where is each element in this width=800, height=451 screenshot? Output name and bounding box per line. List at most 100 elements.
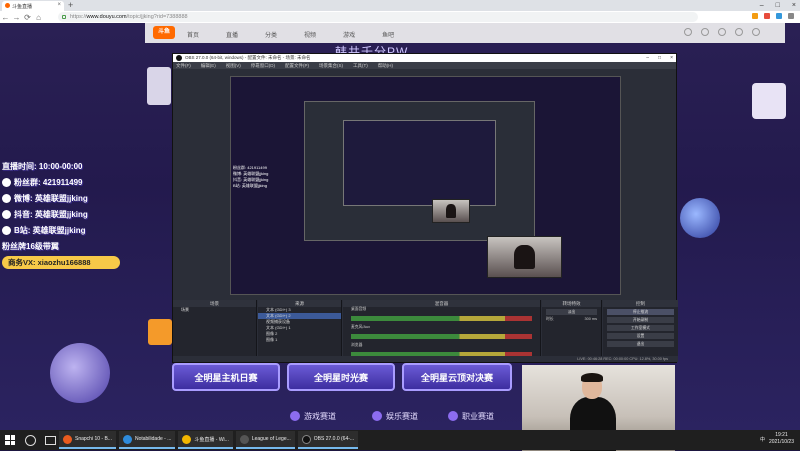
maximize-button[interactable]: □ (776, 0, 780, 11)
task-view-icon[interactable] (45, 435, 56, 445)
maximize-button[interactable]: □ (658, 54, 661, 62)
chrome-icon (182, 434, 192, 444)
favicon-icon (5, 3, 10, 8)
obs-preview[interactable]: 粉丝群: 421911499 微博: 英雄联盟jjking 抖音: 英雄联盟jj… (230, 76, 621, 295)
windows-taskbar: Snapchi 10 - B... Notabilidade - ... 斗鱼直… (0, 430, 800, 450)
obs-statusbar: LIVE: 00:46:28 REC: 00:00:00 CPU: 12.8%,… (173, 356, 678, 362)
menu-item[interactable]: 文件(F) (176, 62, 191, 69)
message-icon[interactable] (735, 28, 743, 36)
download-icon[interactable] (718, 28, 726, 36)
duration-value[interactable]: 300 ms (585, 317, 597, 322)
bilibili-icon (2, 226, 11, 235)
promo-banner[interactable]: 全明星主机日赛 (172, 363, 280, 391)
tab-close-icon[interactable]: × (57, 2, 61, 8)
wechat-badge: 商务VX: xiaozhu166888 (2, 256, 120, 269)
nav-item[interactable]: 直播 (226, 30, 238, 39)
taskbar-app[interactable]: 斗鱼直播 - Wi... (178, 431, 233, 449)
source-item[interactable]: 图像 1 (258, 337, 341, 343)
mascot-decoration (50, 343, 110, 403)
app-icon (63, 434, 72, 444)
exit-button[interactable]: 退出 (607, 341, 674, 347)
clock[interactable]: 19:21 2021/10/23 (769, 432, 794, 446)
search-icon[interactable] (25, 434, 36, 446)
close-window-button[interactable]: × (670, 54, 673, 62)
extension-icon[interactable] (752, 13, 758, 19)
menu-item[interactable]: 帮助(H) (378, 62, 393, 69)
menu-item[interactable]: 视图(V) (226, 62, 241, 69)
social-line: 粉丝群: 421911499 (2, 176, 175, 189)
history-icon[interactable] (684, 28, 692, 36)
scene-item[interactable]: 场景 (173, 307, 256, 313)
nav-item[interactable]: 游戏 (343, 30, 355, 39)
event-poster[interactable] (148, 319, 172, 345)
nested-preview (304, 101, 535, 241)
start-recording-button[interactable]: 开始录制 (607, 317, 674, 323)
promo-banner[interactable]: 全明星云顶对决赛 (402, 363, 512, 391)
scenes-dock: 场景 场景 (173, 300, 257, 362)
close-window-button[interactable]: × (792, 0, 796, 11)
app-icon (239, 434, 249, 444)
promo-tab[interactable]: 游戏赛道 (290, 409, 336, 423)
menu-item[interactable]: 场景集合(S) (319, 62, 343, 69)
taskbar-app-label: Snapchi 10 - B... (75, 436, 112, 442)
site-nav: 首页 直播 分类 视频 游戏 鱼吧 (187, 30, 394, 39)
menu-icon[interactable] (788, 13, 794, 19)
taskbar-app-label: League of Lege... (251, 436, 291, 442)
nav-item[interactable]: 分类 (265, 30, 277, 39)
menu-item[interactable]: 工具(T) (353, 62, 368, 69)
url-prefix: https:// (70, 14, 87, 20)
avatar[interactable] (752, 28, 760, 36)
lock-icon (62, 15, 66, 19)
taskbar-app[interactable]: Snapchi 10 - B... (59, 431, 116, 449)
address-bar[interactable]: https://www.douyu.com/topic/jjking?rid=7… (58, 12, 698, 22)
nav-item[interactable]: 首页 (187, 30, 199, 39)
dock-header: 混音器 (343, 300, 540, 307)
menu-item[interactable]: 编辑(E) (201, 62, 216, 69)
menu-item[interactable]: 配置文件(P) (285, 62, 309, 69)
transition-select[interactable]: 淡出 (546, 309, 597, 315)
studio-mode-button[interactable]: 工作室模式 (607, 325, 674, 331)
follow-icon[interactable] (701, 28, 709, 36)
tab-title: 斗鱼直播 (12, 3, 33, 10)
obs-title-text: OBS 27.0.0 (64-bit, windows) - 配置文件: 未命名… (185, 55, 311, 60)
windows-start-icon[interactable] (3, 433, 17, 447)
gift-badge[interactable] (752, 83, 786, 119)
fan-level-text: 粉丝牌16级带翼 (2, 242, 59, 251)
volume-meter[interactable] (351, 334, 532, 339)
menu-item[interactable]: 停靠窗口(D) (251, 62, 275, 69)
promo-tab[interactable]: 职业赛道 (448, 409, 494, 423)
app-icon (122, 434, 132, 444)
minimize-button[interactable]: – (646, 54, 649, 62)
preview-overlay-text: 粉丝群: 421911499 微博: 英雄联盟jjking 抖音: 英雄联盟jj… (233, 165, 268, 189)
taskbar-app[interactable]: OBS 27.0.0 (64-... (297, 431, 359, 449)
volume-meter[interactable] (351, 316, 532, 321)
new-tab-button[interactable]: + (68, 0, 73, 11)
nav-item[interactable]: 鱼吧 (382, 30, 394, 39)
obs-titlebar: OBS 27.0.0 (64-bit, windows) - 配置文件: 未命名… (173, 54, 676, 62)
anchor-thumbnail[interactable] (147, 67, 171, 105)
obs-menubar: 文件(F) 编辑(E) 视图(V) 停靠窗口(D) 配置文件(P) 场景集合(S… (173, 62, 676, 69)
input-language[interactable]: 中 (760, 436, 765, 443)
window-controls: – □ × (760, 0, 796, 11)
site-logo[interactable]: 斗鱼 (153, 26, 175, 39)
forward-button[interactable]: → (11, 13, 22, 22)
minimize-button[interactable]: – (760, 0, 764, 11)
obs-logo-icon (176, 55, 182, 61)
extension-icon[interactable] (776, 13, 782, 19)
obs-window: OBS 27.0.0 (64-bit, windows) - 配置文件: 未命名… (172, 53, 678, 363)
stop-streaming-button[interactable]: 停止推流 (607, 309, 674, 315)
taskbar-app[interactable]: League of Lege... (235, 431, 295, 449)
nav-item[interactable]: 视频 (304, 30, 316, 39)
dock-header: 控制 (603, 300, 678, 307)
back-button[interactable]: ← (0, 13, 11, 22)
reload-button[interactable]: ⟳ (22, 13, 33, 22)
browser-tab[interactable]: 斗鱼直播 × (2, 1, 64, 11)
settings-button[interactable]: 设置 (607, 333, 674, 339)
promo-tab[interactable]: 娱乐赛道 (372, 409, 418, 423)
schedule-text: 直播时间: 10:00-00:00 (2, 162, 83, 171)
taskbar-app[interactable]: Notabilidade - ... (118, 431, 176, 449)
extension-icon[interactable] (764, 13, 770, 19)
home-button[interactable]: ⌂ (33, 13, 44, 22)
dock-header: 场景 (173, 300, 256, 307)
promo-banner[interactable]: 全明星时光赛 (287, 363, 395, 391)
